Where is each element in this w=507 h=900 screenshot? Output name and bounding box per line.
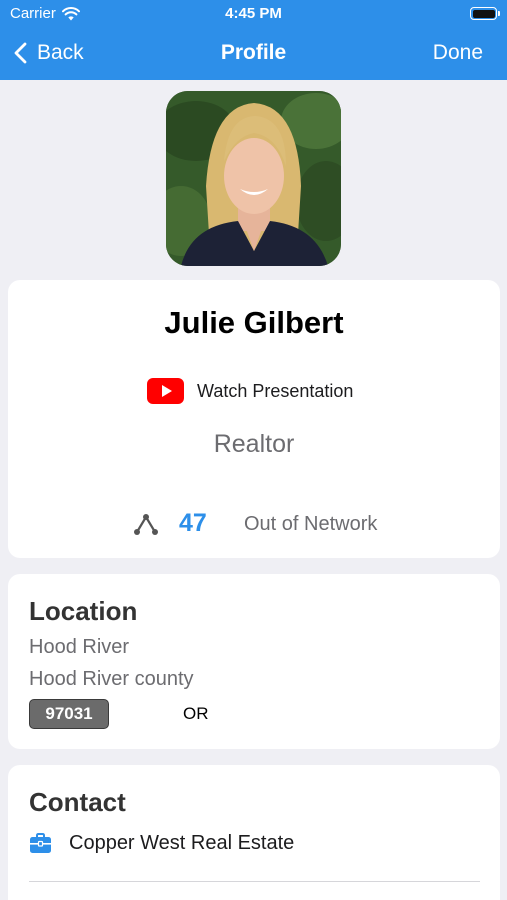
location-county: Hood River county — [29, 668, 194, 690]
divider — [29, 881, 480, 882]
profile-photo — [166, 91, 341, 266]
company-name: Copper West Real Estate — [69, 831, 295, 854]
zip-badge: 97031 — [29, 699, 109, 729]
location-state: OR — [183, 704, 209, 723]
location-title: Location — [29, 596, 138, 626]
network-count[interactable]: 47 — [179, 509, 207, 538]
profile-name: Julie Gilbert — [164, 305, 344, 340]
profile-role: Realtor — [213, 430, 295, 458]
watch-presentation-label: Watch Presentation — [197, 380, 354, 401]
page-title: Profile — [220, 41, 287, 64]
briefcase-icon — [30, 832, 51, 853]
location-city: Hood River — [29, 636, 130, 658]
avatar — [166, 91, 341, 266]
network-icon — [134, 514, 158, 535]
battery-icon — [470, 7, 500, 20]
done-button[interactable]: Done — [433, 36, 483, 70]
network-status: Out of Network — [244, 513, 378, 535]
location-card: Location Hood River Hood River county 97… — [8, 574, 500, 749]
contact-title: Contact — [29, 787, 126, 817]
navigation-bar: Back Profile Done — [0, 36, 507, 70]
contact-card: Contact Copper West Real Estate — [8, 765, 500, 900]
watch-presentation-link[interactable]: Watch Presentation — [147, 377, 353, 405]
youtube-icon — [147, 378, 184, 404]
profile-card: Julie Gilbert Watch Presentation Realtor… — [8, 280, 500, 558]
clock: 4:45 PM — [225, 5, 282, 22]
company-row[interactable]: Copper West Real Estate — [29, 829, 294, 857]
app-header: Carrier 4:45 PM Back Profile Done — [0, 0, 507, 80]
status-bar: Carrier 4:45 PM — [0, 0, 507, 28]
